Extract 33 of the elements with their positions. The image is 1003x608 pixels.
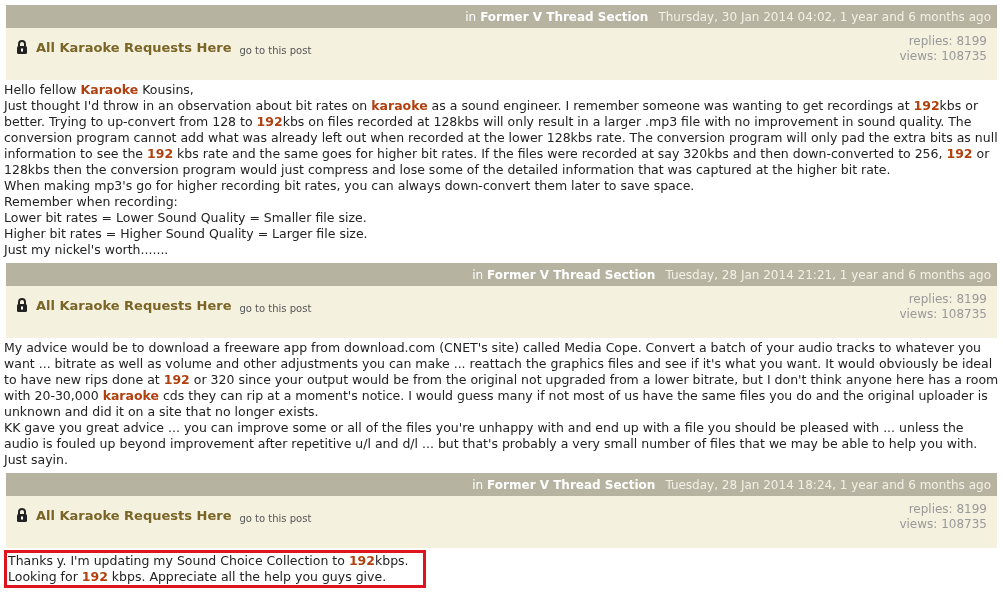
padlock-icon [16,298,28,313]
replies-count: replies: 8199 [908,34,987,49]
post-text: Higher bit rates = Higher Sound Quality = Larger file size. [4,226,369,242]
section-prefix: in [472,476,484,494]
views-count: views: 108735 [899,49,987,64]
goto-post-link[interactable]: go to this post [239,43,312,58]
post-text: Lower bit rates = Lower Sound Quality = Smaller file size. [4,210,368,226]
padlock-icon [16,508,28,523]
post-date: Tuesday, 28 Jan 2014 18:24, 1 year and 6 months ago [665,476,991,494]
goto-post-link[interactable]: go to this post [239,511,312,526]
views-count: views: 108735 [899,517,987,532]
thread-title-link[interactable]: All Karaoke Requests Here [36,298,232,313]
post-text: Looking for 192 kbps. Appreciate all the help you guys give. [8,569,388,585]
section-prefix: in [472,266,484,284]
post-date: Tuesday, 28 Jan 2014 21:21, 1 year and 6 months ago [665,266,991,284]
thread-title-link[interactable]: All Karaoke Requests Here [36,40,232,55]
post-text: KK gave you great advice ... you can improve some or all of the files you're unhappy with and end up with a file you should be pleased with ... unless the audio is fouled up beyond improvement after repetitive u/l and d/l ... but that's probably a very small number of files that we may be able to help you with. [4,420,979,452]
replies-count: replies: 8199 [908,502,987,517]
post-text: When making mp3's go for higher recording bit rates, you can always down-convert them later to save space. [4,178,696,194]
post-text: Remember when recording: [4,194,179,210]
thread-title-link[interactable]: All Karaoke Requests Here [36,508,232,523]
section-prefix: in [465,8,477,26]
post-text: Thanks y. I'm updating my Sound Choice Collection to 192kbps. [8,553,409,569]
post-text: Just my nickel's worth....... [4,242,170,258]
views-count: views: 108735 [899,307,987,322]
post-text: My advice would be to download a freeware app from download.com (CNET's site) called Media Cope. Convert a batch of your audio tracks to whatever you want ... bitrate as well as volume and other adjustments you can make ... reattach the graphics files and see if it's what you want. It would obviously be ideal to have new rips done at 192 or 320 since your output would be from the original not upgraded from a lower bitrate, but I don't think anyone here has a room with 20-30,000 karaoke cds they can rip at a moment's notice. I would guess many if not most of us have the same files you do and the original uploader is unknown and did it on a site that no longer exists. [4,340,999,420]
post-text: Hello fellow Karaoke Kousins, [4,82,195,98]
replies-count: replies: 8199 [908,292,987,307]
post-text: Just sayin. [4,452,69,468]
post-text: Just thought I'd throw in an observation about bit rates on karaoke as a sound engineer. I remember someone was wanting to get recordings at 192kbs or better. Trying to up-convert from 128 to 192kbs on files recorded at 128kbs will only result in a larger .mp3 file with no improvement in sound quality. The conversion program cannot add what was already left out when recorded at the lower 128kbs rate. The conversion program will only pad the extra bits as null information to see the 192 kbs rate and the same goes for higher bit rates. If the files were recorded at say 320kbs and then down-converted to 256, 192 or 128kbs then the conversion program would just compress and lose some of the detailed information that was captured at the higher bit rate. [4,98,999,178]
padlock-icon [16,40,28,55]
goto-post-link[interactable]: go to this post [239,301,312,316]
post-date: Thursday, 30 Jan 2014 04:02, 1 year and 6 months ago [658,8,991,26]
